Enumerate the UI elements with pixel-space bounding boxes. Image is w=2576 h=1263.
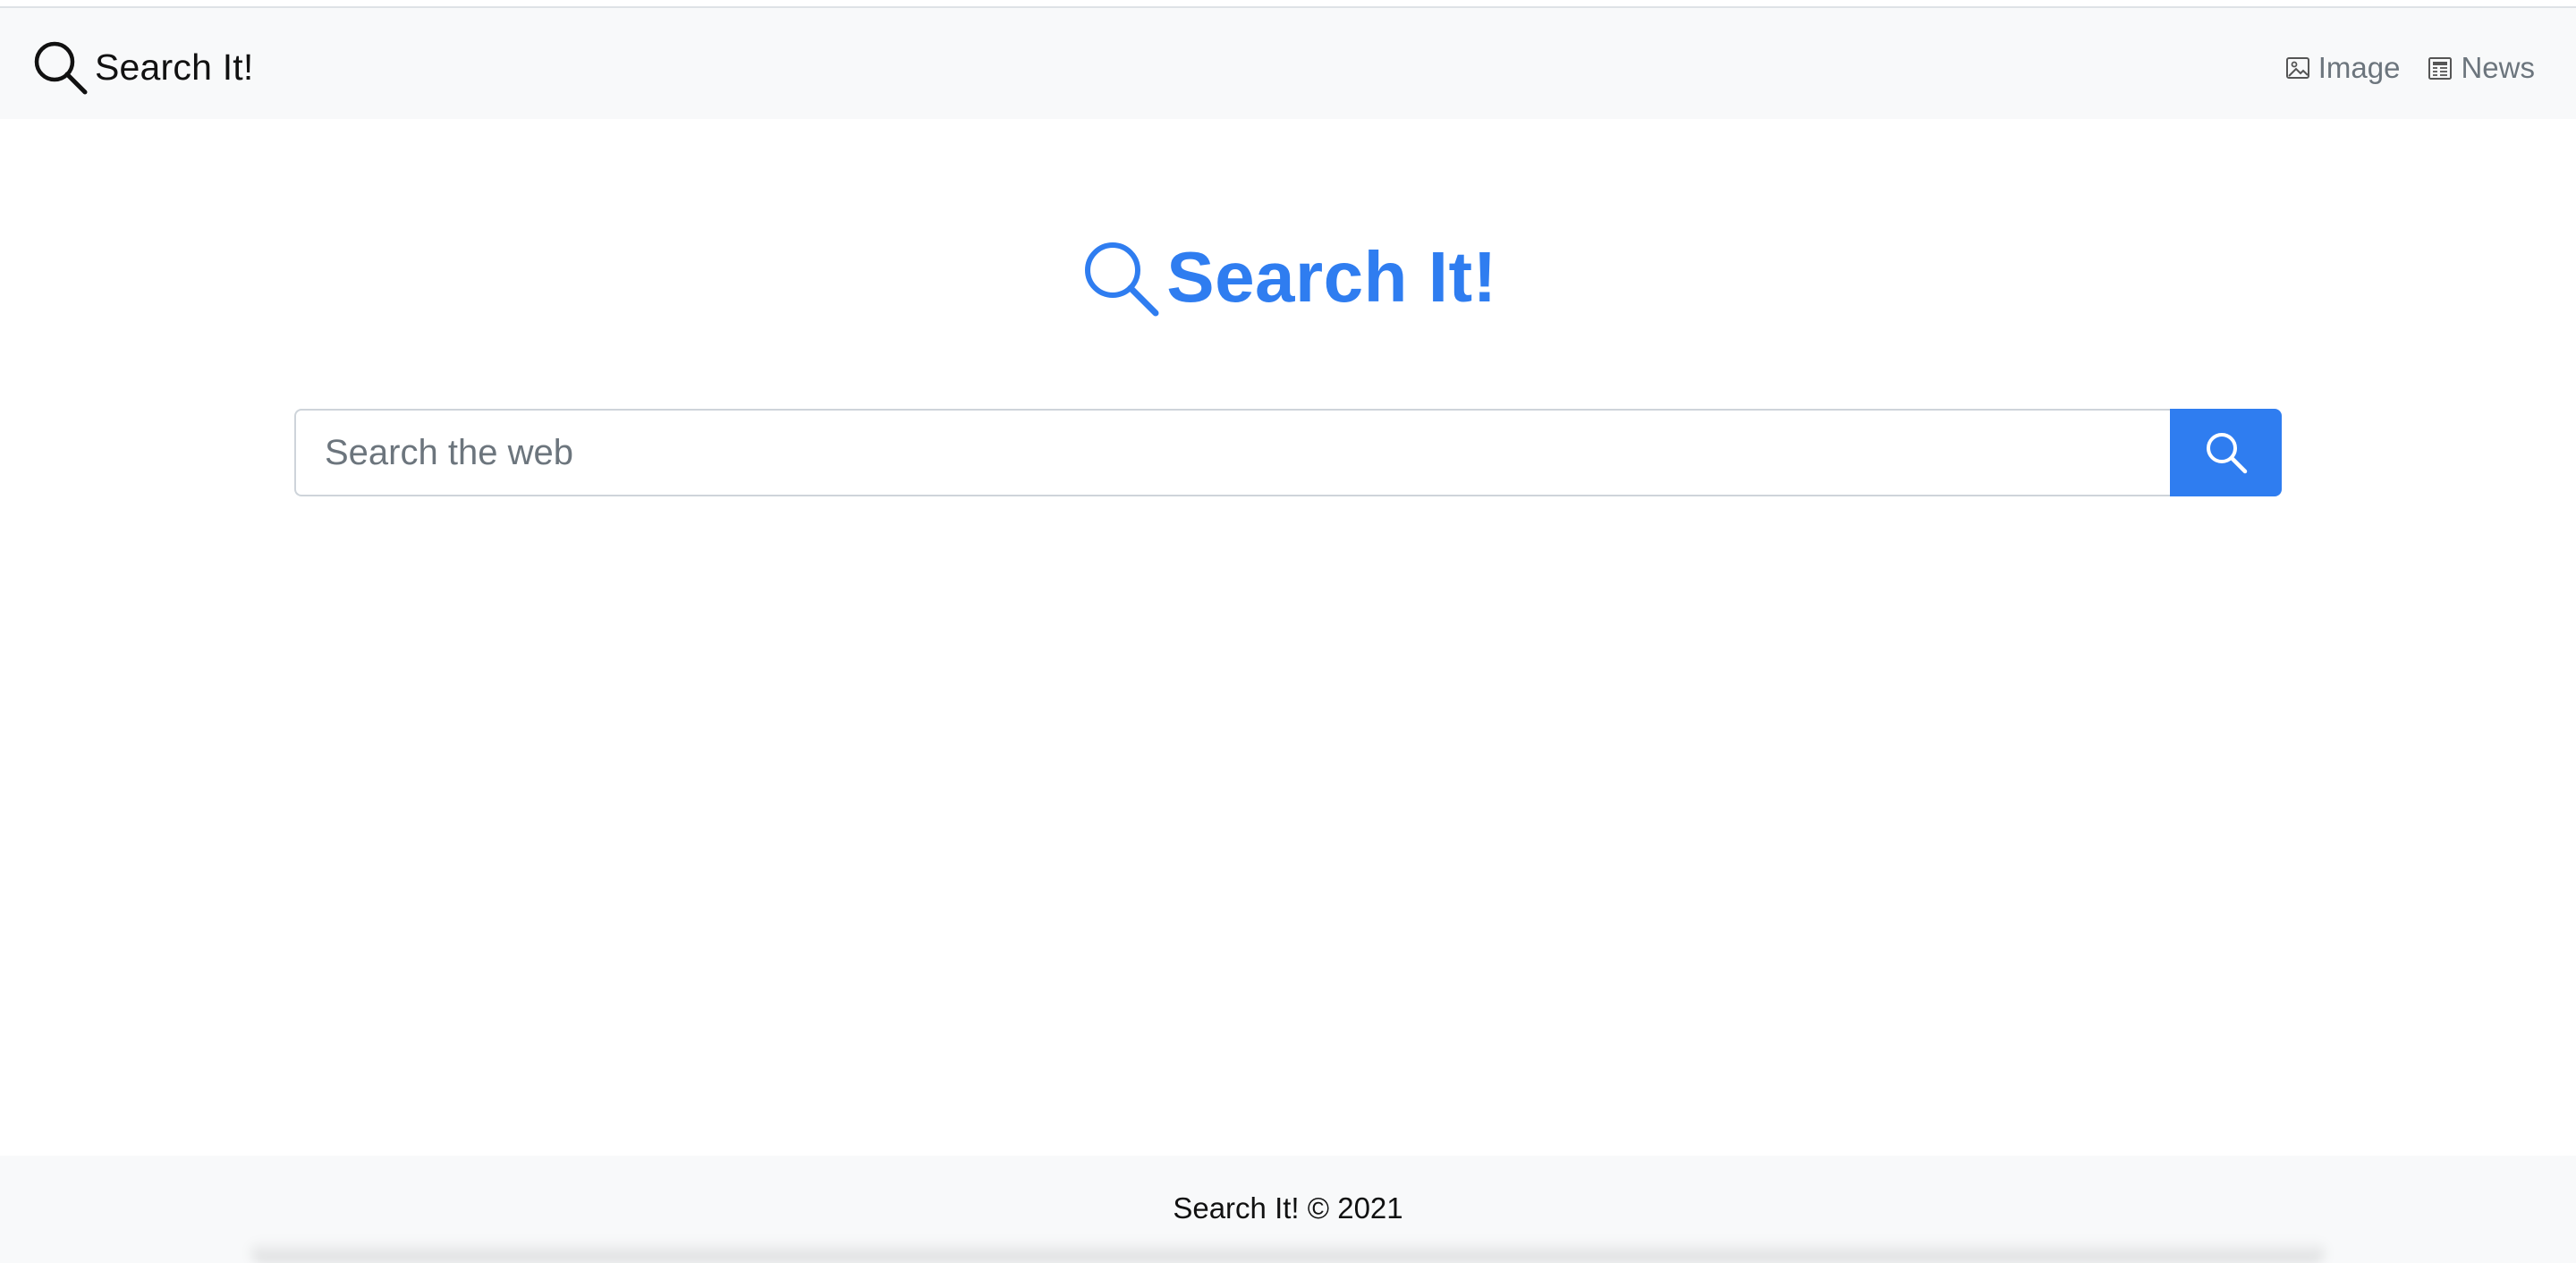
nav-link-image[interactable]: Image [2284, 51, 2401, 85]
newspaper-icon [2427, 55, 2453, 81]
image-icon [2284, 55, 2311, 81]
search-button[interactable] [2170, 409, 2282, 496]
search-input[interactable] [294, 409, 2170, 496]
footer-copyright: Search It! © 2021 [1173, 1191, 1403, 1225]
navbar: Search It! Image News [0, 8, 2576, 119]
nav-link-label: News [2461, 51, 2535, 84]
top-border [0, 0, 2576, 8]
search-icon [2202, 428, 2250, 477]
footer-shadow [250, 1240, 2326, 1263]
brand-link[interactable]: Search It! [30, 33, 253, 101]
nav-link-news[interactable]: News [2427, 51, 2535, 85]
search-icon [1079, 236, 1161, 318]
search-icon [30, 38, 89, 97]
page: Search It! Image News Search It! Search … [0, 0, 2576, 1263]
hero-heading: Search It! [0, 224, 2576, 331]
nav-link-label: Image [2318, 51, 2401, 84]
nav-links: Image News [2284, 47, 2535, 89]
brand-name: Search It! [95, 46, 254, 88]
search-form [294, 409, 2282, 496]
hero-title: Search It! [1166, 237, 1497, 317]
